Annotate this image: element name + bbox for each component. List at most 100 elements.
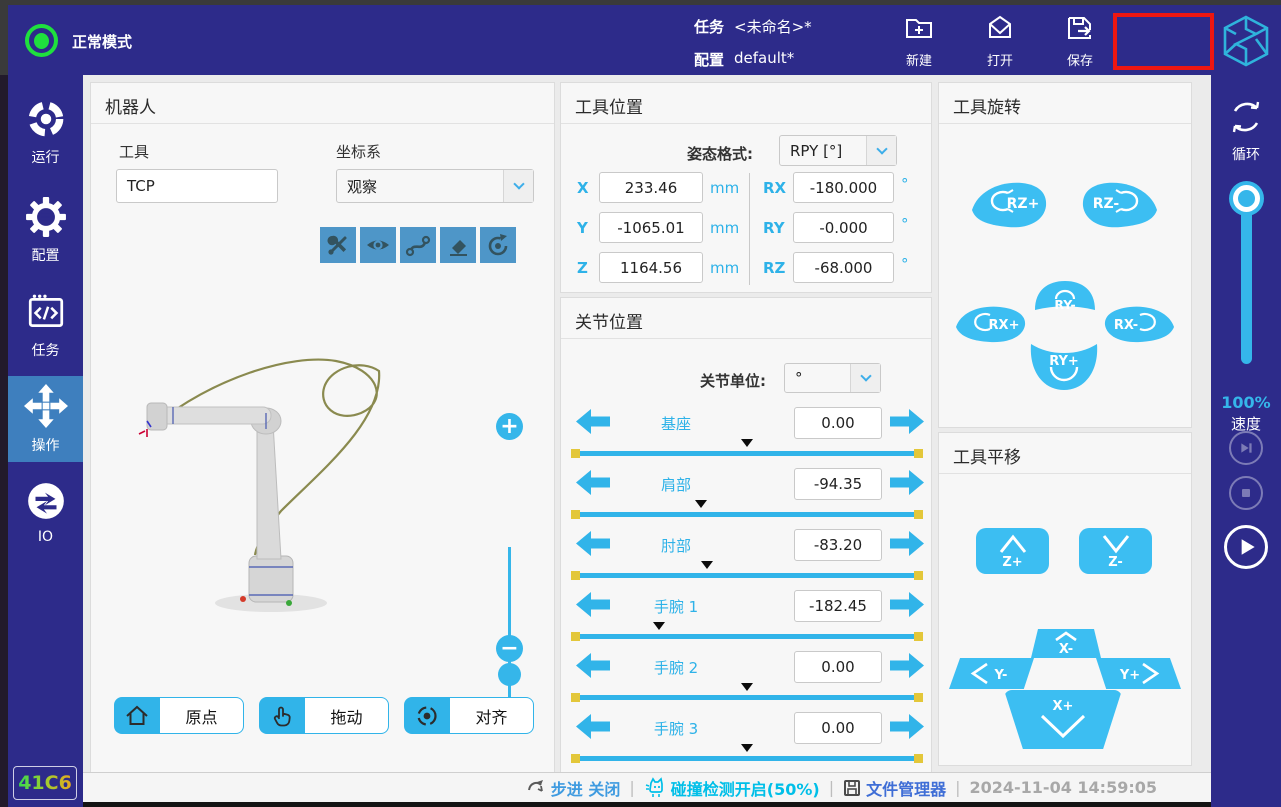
chevron-down-icon bbox=[503, 170, 533, 202]
joint-slider[interactable] bbox=[573, 510, 921, 520]
joint-unit-select[interactable]: ° bbox=[784, 363, 881, 393]
translate-z-plus-button[interactable]: Z+ bbox=[976, 528, 1049, 574]
joint-value-input[interactable]: -83.20 bbox=[794, 529, 882, 561]
joint-value-input[interactable]: 0.00 bbox=[794, 651, 882, 683]
x-value-input[interactable]: 233.46 bbox=[599, 172, 703, 203]
gear-icon bbox=[25, 196, 67, 238]
joint-increase-button[interactable] bbox=[890, 592, 924, 617]
translate-y-minus-button[interactable]: Y- bbox=[949, 658, 1034, 689]
rotate-rz-minus-button[interactable]: RZ- bbox=[1081, 179, 1159, 231]
chevron-down-icon bbox=[1096, 533, 1136, 555]
file-manager-button[interactable]: 文件管理器 bbox=[843, 776, 946, 800]
axis-label: X bbox=[577, 179, 589, 197]
frame-select[interactable]: 观察 bbox=[336, 169, 534, 203]
rz-value-input[interactable]: -68.000 bbox=[793, 252, 894, 283]
robot-3d-viewport[interactable]: + − bbox=[101, 271, 546, 689]
home-button[interactable]: 原点 bbox=[114, 697, 244, 734]
drag-button-label: 拖动 bbox=[305, 697, 389, 734]
visibility-button[interactable] bbox=[360, 227, 396, 263]
joint-value-input[interactable]: 0.00 bbox=[794, 407, 882, 439]
reset-view-button[interactable] bbox=[480, 227, 516, 263]
rotate-ry-minus-button[interactable]: RY- bbox=[1031, 279, 1099, 313]
joint-value-input[interactable]: -94.35 bbox=[794, 468, 882, 500]
align-button[interactable]: 对齐 bbox=[404, 697, 534, 734]
rx-value-input[interactable]: -180.000 bbox=[793, 172, 894, 203]
loop-icon bbox=[1224, 95, 1268, 139]
view-zoom-knob[interactable] bbox=[498, 663, 521, 686]
z-value-input[interactable]: 1164.56 bbox=[599, 252, 703, 283]
sidebar-item-io[interactable]: IO bbox=[8, 473, 83, 551]
translate-x-plus-button[interactable]: X+ bbox=[1004, 690, 1122, 749]
joint-row-wrist1: 手腕 1 -182.45 bbox=[561, 589, 931, 625]
sidebar-item-task[interactable]: 任务 bbox=[8, 286, 83, 364]
joint-slider[interactable] bbox=[573, 693, 921, 703]
translate-y-plus-button[interactable]: Y+ bbox=[1096, 658, 1181, 689]
joint-increase-button[interactable] bbox=[890, 531, 924, 556]
speed-slider-track[interactable] bbox=[1241, 197, 1252, 364]
hand-drag-icon bbox=[259, 697, 305, 734]
stop-button[interactable] bbox=[1229, 476, 1263, 510]
loop-toggle-button[interactable]: 循环 bbox=[1211, 95, 1281, 164]
speed-slider-knob[interactable] bbox=[1233, 185, 1260, 212]
rotate-rx-plus-button[interactable]: RX+ bbox=[954, 304, 1028, 344]
eraser-icon bbox=[444, 231, 472, 259]
svg-text:RY+: RY+ bbox=[1049, 354, 1079, 369]
rotate-rz-plus-button[interactable]: RZ+ bbox=[970, 179, 1048, 231]
top-bar: 正常模式 任务 <未命名>* 配置 default* 新建 打开 bbox=[8, 5, 1281, 75]
rotate-rx-minus-button[interactable]: RX- bbox=[1102, 304, 1176, 344]
joint-slider[interactable] bbox=[573, 754, 921, 764]
save-task-button[interactable]: 保存 bbox=[1051, 13, 1109, 69]
file-manager-icon bbox=[843, 779, 861, 797]
robot-panel-title: 机器人 bbox=[105, 93, 156, 118]
joint-slider[interactable] bbox=[573, 632, 921, 642]
pose-format-select[interactable]: RPY [°] bbox=[779, 135, 897, 166]
translate-x-minus-button[interactable]: X- bbox=[1031, 629, 1101, 658]
joint-name: 肘部 bbox=[601, 535, 751, 556]
joint-value-input[interactable]: -182.45 bbox=[794, 590, 882, 622]
tool-translation-title: 工具平移 bbox=[953, 443, 1021, 468]
sidebar-item-run[interactable]: 运行 bbox=[8, 93, 83, 171]
sidebar-item-operate[interactable]: 操作 bbox=[8, 376, 83, 462]
right-sidebar: 循环 100% 速度 bbox=[1211, 75, 1281, 807]
joint-slider[interactable] bbox=[573, 449, 921, 459]
rotate-view-icon bbox=[484, 231, 512, 259]
joint-increase-button[interactable] bbox=[890, 653, 924, 678]
new-task-button[interactable]: 新建 bbox=[890, 13, 948, 69]
tool-position-panel: 工具位置 姿态格式: RPY [°] X 233.46 mm Y -1065.0… bbox=[560, 82, 932, 293]
joint-increase-button[interactable] bbox=[890, 409, 924, 434]
play-button[interactable] bbox=[1224, 525, 1268, 569]
tool-name-input[interactable]: TCP bbox=[116, 169, 278, 203]
eraser-button[interactable] bbox=[440, 227, 476, 263]
axis-label: Z bbox=[577, 259, 588, 277]
joint-value-input[interactable]: 0.00 bbox=[794, 712, 882, 744]
collision-detect-status[interactable]: 碰撞检测开启(50%) bbox=[644, 776, 820, 800]
joint-name: 手腕 3 bbox=[601, 718, 751, 739]
step-mode-status[interactable]: 步进 关闭 bbox=[527, 776, 621, 800]
chevron-down-icon bbox=[866, 136, 896, 165]
step-forward-button[interactable] bbox=[1229, 431, 1263, 465]
tools-button[interactable] bbox=[320, 227, 356, 263]
task-label: 任务 bbox=[694, 16, 724, 37]
translate-z-minus-button[interactable]: Z- bbox=[1079, 528, 1152, 574]
home-button-label: 原点 bbox=[160, 697, 244, 734]
unit-label: ° bbox=[901, 215, 909, 233]
joint-slider[interactable] bbox=[573, 571, 921, 581]
align-target-icon bbox=[404, 697, 450, 734]
zoom-out-button[interactable]: − bbox=[496, 635, 523, 662]
chevron-up-icon bbox=[993, 533, 1033, 555]
svg-text:X+: X+ bbox=[1053, 699, 1074, 714]
zoom-in-button[interactable]: + bbox=[496, 413, 523, 440]
trajectory-icon bbox=[404, 231, 432, 259]
trajectory-button[interactable] bbox=[400, 227, 436, 263]
sidebar-item-config[interactable]: 配置 bbox=[8, 191, 83, 269]
y-value-input[interactable]: -1065.01 bbox=[599, 212, 703, 243]
stop-icon bbox=[1236, 483, 1256, 503]
code-window-icon bbox=[25, 291, 67, 333]
ry-value-input[interactable]: -0.000 bbox=[793, 212, 894, 243]
joint-increase-button[interactable] bbox=[890, 470, 924, 495]
drag-button[interactable]: 拖动 bbox=[259, 697, 389, 734]
rotate-ry-plus-button[interactable]: RY+ bbox=[1027, 341, 1101, 393]
joint-increase-button[interactable] bbox=[890, 714, 924, 739]
joint-row-shoulder: 肩部 -94.35 bbox=[561, 467, 931, 503]
open-task-button[interactable]: 打开 bbox=[971, 13, 1029, 69]
